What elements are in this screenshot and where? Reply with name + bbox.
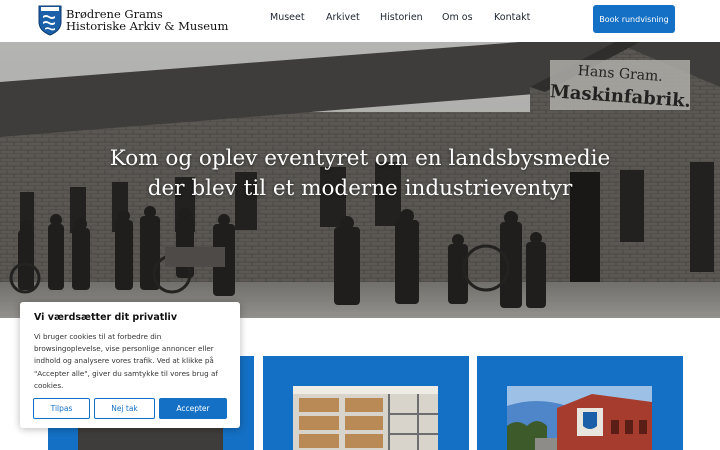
nav-item-museet[interactable]: Museet — [270, 12, 305, 23]
card-image-building — [507, 386, 652, 450]
nav-item-arkivet[interactable]: Arkivet — [326, 12, 360, 23]
cookie-description: Vi bruger cookies til at forbedre din br… — [34, 332, 218, 390]
nav-item-om-os[interactable]: Om os — [442, 12, 473, 23]
cookie-reject-button[interactable]: Nej tak — [94, 398, 155, 419]
book-tour-button[interactable]: Book rundvisning — [593, 5, 675, 33]
site-header: Brødrene Grams Historiske Arkiv & Museum… — [0, 0, 720, 42]
feature-card-arkivet[interactable] — [263, 356, 469, 450]
hero-section: Hans Gram. Maskinfabrik. Kom og oplev ev… — [0, 42, 720, 318]
cookie-consent-dialog: Vi værdsætter dit privatliv Vi bruger co… — [20, 302, 240, 428]
card-image-photo — [78, 428, 223, 450]
nav-item-kontakt[interactable]: Kontakt — [494, 12, 530, 23]
cookie-title: Vi værdsætter dit privatliv — [34, 312, 178, 323]
nav-item-historien[interactable]: Historien — [380, 12, 423, 23]
cookie-customize-button[interactable]: Tilpas — [33, 398, 90, 419]
feature-card-historien[interactable] — [477, 356, 683, 450]
hero-title-line-2: der blev til et moderne industrieventyr — [147, 176, 573, 201]
hero-title: Kom og oplev eventyret om en landsbysmed… — [60, 144, 660, 204]
card-image-archive — [293, 386, 438, 450]
hero-title-line-1: Kom og oplev eventyret om en landsbysmed… — [109, 146, 611, 171]
cookie-accept-button[interactable]: Accepter — [159, 398, 227, 419]
